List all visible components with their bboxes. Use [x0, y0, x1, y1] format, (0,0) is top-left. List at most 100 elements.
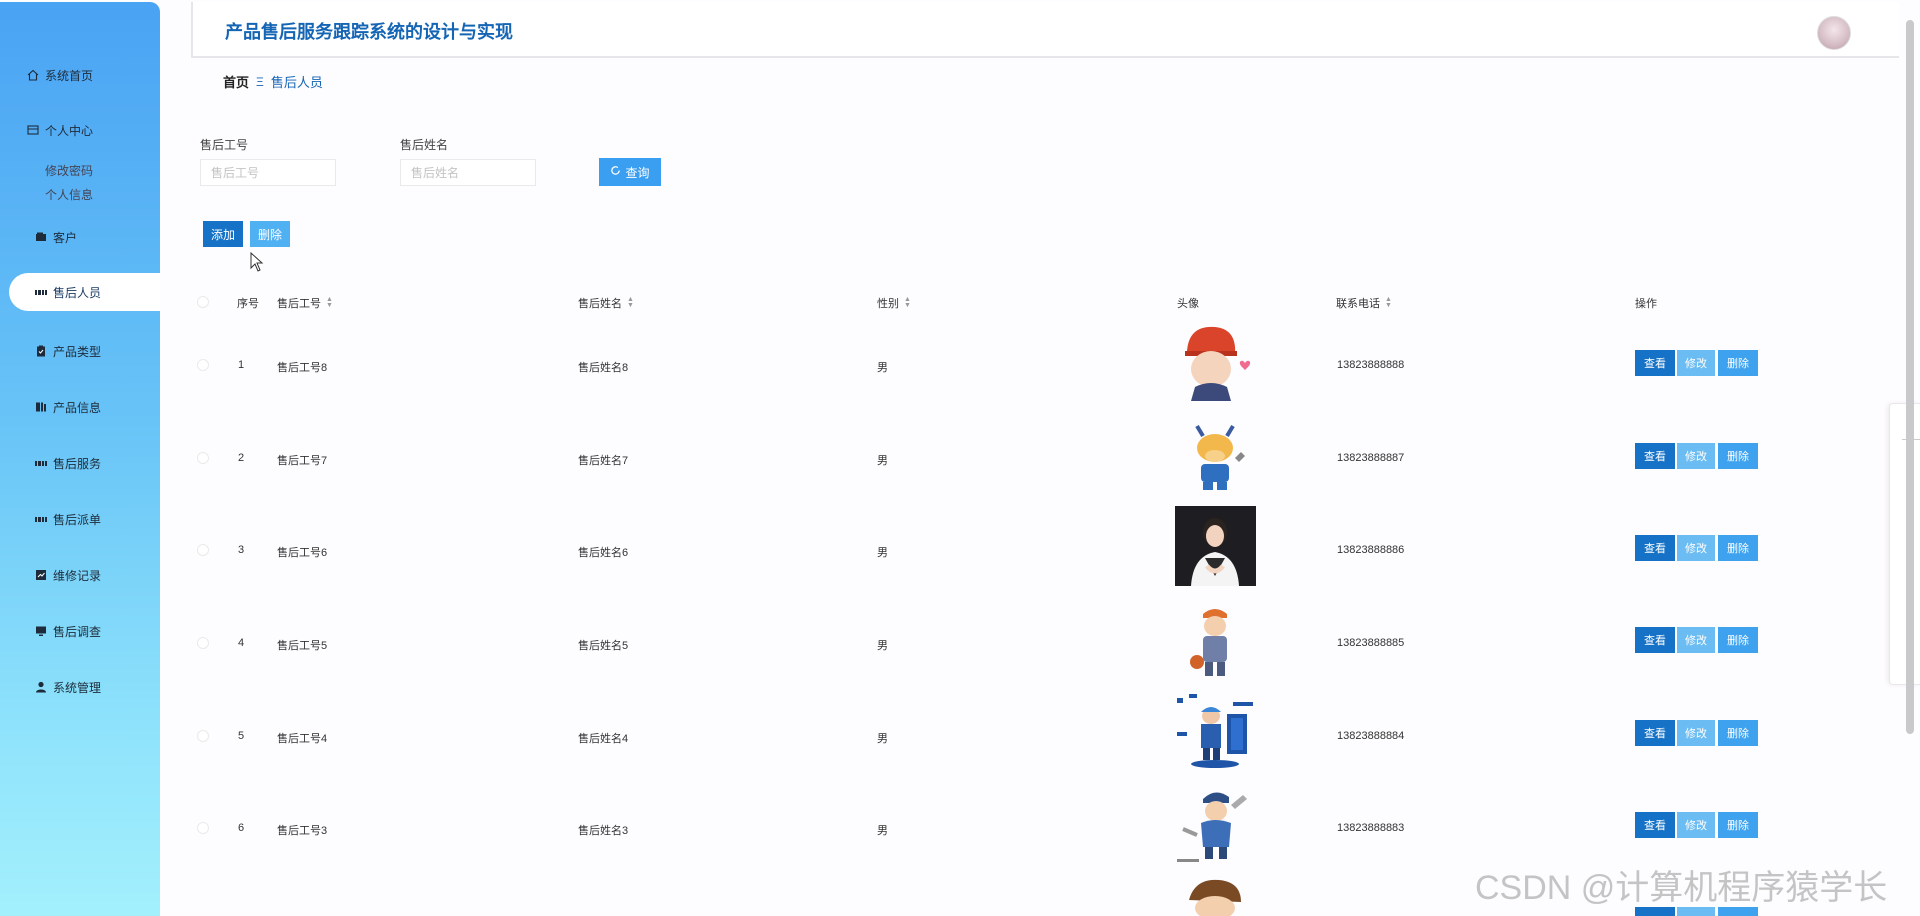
row-name: 售后姓名4 [578, 733, 629, 745]
staff-avatar-image [1175, 506, 1256, 586]
batch-delete-button[interactable]: 删除 [250, 221, 290, 247]
view-button[interactable]: 查看 [1635, 812, 1675, 838]
nav-customer[interactable]: 客户 [0, 218, 160, 256]
nav-product-info[interactable]: 产品信息 [0, 388, 160, 426]
user-avatar[interactable] [1817, 16, 1851, 50]
nav-after-sale-service[interactable]: 售后服务 [0, 444, 160, 482]
nav-label: 客户 [53, 230, 78, 245]
nav-dispatch[interactable]: 售后派单 [0, 500, 160, 538]
nav-home[interactable]: 系统首页 [0, 56, 160, 94]
edit-button[interactable]: 修改 [1677, 627, 1715, 653]
staff-avatar-image [1175, 600, 1256, 680]
nav-label: 产品信息 [53, 400, 102, 415]
sub-profile[interactable]: 个人信息 [45, 186, 93, 203]
side-panel-handle[interactable] [1889, 403, 1920, 685]
grid-icon [35, 286, 47, 298]
row-index: 1 [238, 359, 245, 371]
row-gender: 男 [877, 640, 888, 652]
view-button[interactable]: 查看 [1635, 350, 1675, 376]
query-button-label: 查询 [625, 165, 650, 180]
row-id: 售后工号4 [277, 733, 328, 745]
breadcrumb-home[interactable]: 首页 [223, 72, 249, 91]
view-button[interactable]: 查看 [1635, 627, 1675, 653]
column-header-phone[interactable]: 联系电话 ▲ ▼ [1336, 295, 1392, 311]
row-phone: 13823888883 [1337, 822, 1405, 834]
grid-icon [35, 513, 47, 525]
row-checkbox[interactable] [197, 452, 209, 464]
search-name-label: 售后姓名 [400, 138, 449, 152]
row-phone: 13823888887 [1337, 452, 1405, 464]
nav-system[interactable]: 系统管理 [0, 668, 160, 706]
row-gender: 男 [877, 547, 888, 559]
search-icon [610, 165, 621, 179]
edit-button[interactable]: 修改 [1677, 720, 1715, 746]
row-checkbox[interactable] [197, 637, 209, 649]
breadcrumb-current: 售后人员 [270, 75, 323, 90]
delete-button[interactable]: 删除 [1718, 350, 1758, 376]
row-gender: 男 [877, 455, 888, 467]
delete-button[interactable]: 删除 [1718, 812, 1758, 838]
column-header-actions: 操作 [1635, 298, 1657, 310]
row-name: 售后姓名8 [578, 362, 629, 374]
column-header-id[interactable]: 售后工号 ▲ ▼ [277, 295, 333, 311]
row-checkbox[interactable] [197, 822, 209, 834]
row-gender: 男 [877, 825, 888, 837]
search-id-input[interactable] [200, 159, 336, 186]
row-id: 售后工号8 [277, 362, 328, 374]
page-scrollbar[interactable] [1906, 20, 1914, 734]
mouse-cursor-icon [250, 252, 264, 272]
edit-button[interactable]: 修改 [1677, 535, 1715, 561]
search-name-input[interactable] [400, 159, 536, 186]
delete-button[interactable]: 删除 [1718, 535, 1758, 561]
sub-change-password[interactable]: 修改密码 [45, 162, 93, 179]
edit-button[interactable]: 修改 [1677, 812, 1715, 838]
home-icon [27, 69, 39, 81]
watermark: CSDN @计算机程序猿学长 [1475, 869, 1888, 907]
sort-icon: ▲ ▼ [326, 296, 333, 309]
row-name: 售后姓名7 [578, 455, 629, 467]
row-name: 售后姓名3 [578, 825, 629, 837]
row-index: 3 [238, 544, 245, 556]
user-icon [35, 681, 47, 693]
row-checkbox[interactable] [197, 359, 209, 371]
nav-repair-record[interactable]: 维修记录 [0, 556, 160, 594]
add-button[interactable]: 添加 [203, 221, 243, 247]
delete-button[interactable]: 删除 [1718, 720, 1758, 746]
nav-service-staff[interactable]: 售后人员 [9, 273, 160, 311]
grid-icon [35, 457, 47, 469]
view-button[interactable]: 查看 [1635, 720, 1675, 746]
row-gender: 男 [877, 733, 888, 745]
nav-home-label: 系统首页 [45, 68, 94, 83]
wallet-icon [35, 231, 47, 243]
staff-avatar-image [1175, 692, 1256, 772]
staff-avatar-image [1175, 876, 1256, 916]
nav-label: 售后派单 [53, 512, 102, 527]
sort-icon: ▲ ▼ [904, 296, 911, 309]
row-checkbox[interactable] [197, 730, 209, 742]
view-button[interactable]: 查看 [1635, 443, 1675, 469]
column-header-name[interactable]: 售后姓名 ▲ ▼ [578, 295, 634, 311]
nav-label: 售后调查 [53, 624, 102, 639]
monitor-icon [35, 625, 47, 637]
column-header-gender[interactable]: 性别 ▲ ▼ [877, 295, 911, 311]
row-id: 售后工号7 [277, 455, 328, 467]
row-phone: 13823888886 [1337, 544, 1405, 556]
edit-button[interactable]: 修改 [1677, 350, 1715, 376]
delete-button[interactable]: 删除 [1718, 627, 1758, 653]
row-checkbox[interactable] [197, 544, 209, 556]
nav-label: 售后服务 [53, 456, 102, 471]
nav-personal-label: 个人中心 [45, 123, 94, 138]
column-header-index: 序号 [237, 298, 259, 310]
row-phone: 13823888885 [1337, 637, 1405, 649]
sort-icon: ▲ ▼ [627, 296, 634, 309]
search-id-label: 售后工号 [200, 138, 249, 152]
delete-button[interactable]: 删除 [1718, 443, 1758, 469]
nav-survey[interactable]: 售后调查 [0, 612, 160, 650]
select-all-checkbox[interactable] [197, 296, 209, 308]
query-button[interactable]: 查询 [599, 158, 661, 186]
nav-product-type[interactable]: 产品类型 [0, 332, 160, 370]
nav-personal[interactable]: 个人中心 [0, 111, 160, 149]
edit-button[interactable]: 修改 [1677, 443, 1715, 469]
view-button[interactable]: 查看 [1635, 535, 1675, 561]
row-id: 售后工号3 [277, 825, 328, 837]
